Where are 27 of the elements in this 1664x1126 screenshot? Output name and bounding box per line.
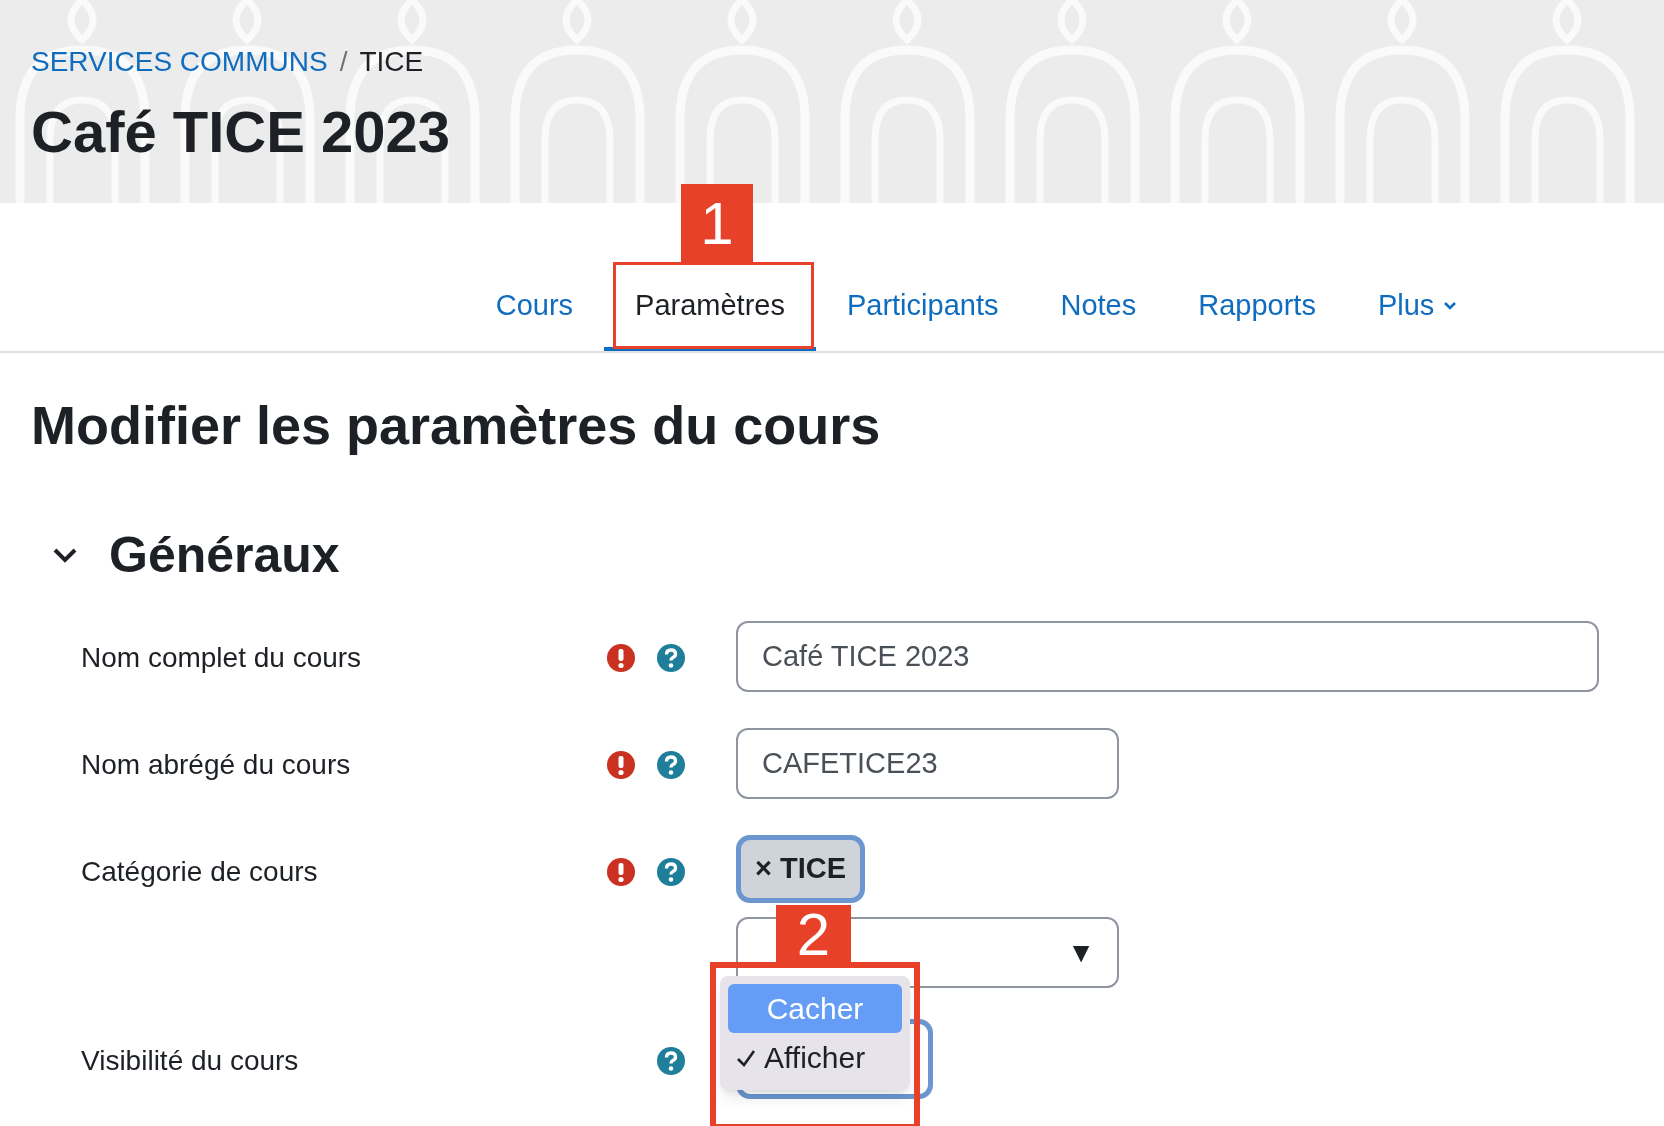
nav-tab[interactable]: Plus (1346, 265, 1490, 351)
category-tag[interactable]: × TICE (736, 835, 866, 903)
breadcrumb-link[interactable]: SERVICES COMMUNS (31, 44, 328, 80)
nav-tab[interactable]: Participants (815, 265, 1030, 351)
dropdown-arrow: ▼ (1067, 935, 1095, 970)
breadcrumb-separator: / (339, 45, 348, 79)
field-label: Nom abrégé du cours (80, 748, 352, 782)
breadcrumb-current: TICE (359, 45, 424, 79)
field-label: Visibilité du cours (80, 1044, 300, 1078)
help-icon (656, 643, 685, 672)
text-field[interactable]: CAFETICE23 (736, 728, 1119, 799)
nav-tab[interactable]: Notes (1029, 265, 1168, 351)
step-number: 2 (776, 905, 851, 965)
nav-tab[interactable]: Rapports (1167, 265, 1347, 351)
field-label: Catégorie de cours (80, 855, 319, 889)
dropdown-option[interactable]: Cacher (728, 984, 902, 1033)
help-icon (656, 750, 685, 779)
nav-tab[interactable]: Cours (464, 265, 605, 351)
field-label: Nom complet du cours (80, 641, 363, 675)
help-icon (656, 857, 685, 886)
section-heading: Généraux (109, 526, 340, 585)
dropdown-option[interactable]: Afficher (728, 1033, 902, 1082)
help-icon (656, 1046, 685, 1075)
step-number: 1 (681, 184, 754, 264)
text-field[interactable]: Café TICE 2023 (736, 621, 1599, 692)
page-heading: Modifier les paramètres du cours (31, 394, 882, 457)
course-title: Café TICE 2023 (31, 100, 452, 164)
